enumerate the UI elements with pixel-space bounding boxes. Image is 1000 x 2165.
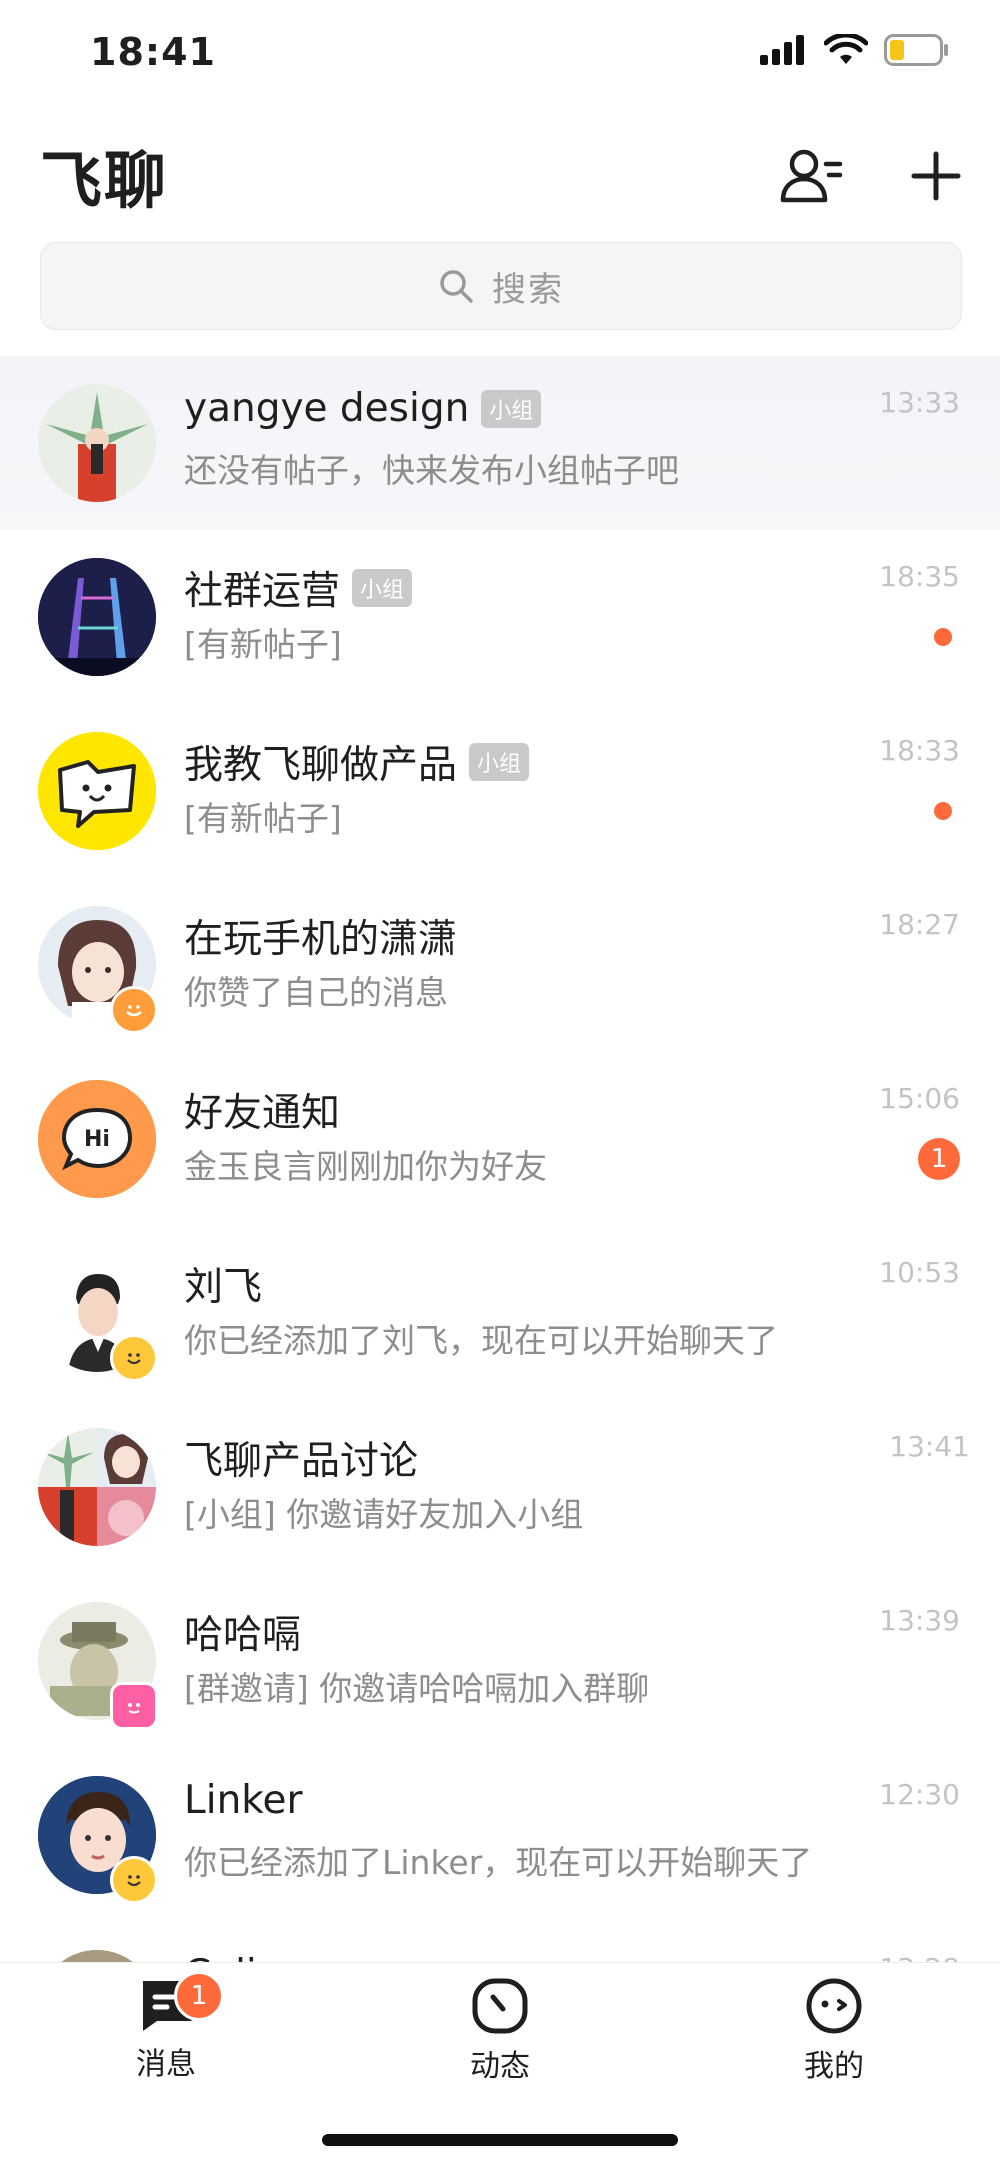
conversation-row[interactable]: 我教飞聊做产品 小组 [有新帖子] 18:33 [0, 704, 1000, 878]
clock-icon [472, 1978, 528, 2034]
conversation-name: Linker [184, 1778, 303, 1823]
emoji-badge-icon [110, 986, 158, 1034]
contacts-icon [780, 149, 843, 203]
unread-dot [934, 628, 952, 646]
conversation-name: 在玩手机的潇潇 [184, 917, 458, 962]
wifi-icon [824, 34, 868, 64]
conversation-header: 社群运营 小组 [184, 560, 413, 616]
message-preview: 金玉良言刚刚加你为好友 [184, 1147, 547, 1186]
conversation-name: 刘飞 [184, 1265, 263, 1310]
message-time: 13:33 [879, 386, 960, 419]
tab-messages[interactable]: 消息 1 [66, 1971, 266, 2083]
conversation-name: 飞聊产品讨论 [184, 1439, 419, 1484]
contacts-button[interactable] [776, 140, 848, 212]
face-icon [806, 1978, 862, 2034]
message-time: 15:06 [879, 1082, 960, 1115]
conversation-row[interactable]: Hi 好友通知 金玉良言刚刚加你为好友 15:06 1 [0, 1052, 1000, 1226]
avatar: Hi [38, 1080, 156, 1198]
message-time: 18:27 [879, 908, 960, 941]
add-button[interactable] [900, 140, 972, 212]
conversation-name: 哈哈嗝 [184, 1613, 302, 1658]
group-tag: 小组 [469, 743, 530, 781]
group-tag: 小组 [352, 569, 413, 607]
conversation-name: yangye design [184, 386, 470, 431]
message-preview: 还没有帖子，快来发布小组帖子吧 [184, 451, 679, 490]
app-header: 飞聊 [0, 110, 1000, 240]
conversation-header: 刘飞 [184, 1256, 262, 1312]
conversation-row[interactable]: 刘飞 你已经添加了刘飞，现在可以开始聊天了 10:53 [0, 1226, 1000, 1400]
search-placeholder: 搜索 [492, 269, 564, 310]
message-time: 13:41 [889, 1430, 970, 1463]
tab-profile[interactable]: 我的 [734, 1977, 934, 2085]
conversation-header: 在玩手机的潇潇 [184, 908, 457, 964]
avatar [38, 732, 156, 850]
conversation-list: yangye design 小组 还没有帖子，快来发布小组帖子吧 13:33 社… [0, 356, 1000, 1962]
conversation-header: 哈哈嗝 [184, 1604, 301, 1660]
tab-moments[interactable]: 动态 [400, 1977, 600, 2085]
smiley-badge-icon [110, 1856, 158, 1904]
conversation-header: yangye design 小组 [184, 386, 542, 431]
status-time: 18:41 [90, 30, 216, 74]
message-time: 18:33 [879, 734, 960, 767]
tab-label: 我的 [804, 2049, 864, 2084]
conversation-name: 社群运营 [184, 569, 341, 614]
conversation-name: Colin [184, 1952, 281, 1962]
conversation-row[interactable]: 社群运营 小组 [有新帖子] 18:35 [0, 530, 1000, 704]
message-preview: [有新帖子] [184, 625, 342, 664]
tab-badge: 1 [174, 1971, 224, 2021]
message-time: 18:35 [879, 560, 960, 593]
message-preview: [群邀请] 你邀请哈哈嗝加入群聊 [184, 1669, 650, 1708]
tab-label: 消息 [136, 2047, 196, 2082]
message-preview: 你已经添加了Linker，现在可以开始聊天了 [184, 1843, 813, 1882]
conversation-header: Linker [184, 1778, 303, 1823]
conversation-row[interactable]: Colin 13:28 [0, 1922, 1000, 1962]
conversation-row[interactable]: 在玩手机的潇潇 你赞了自己的消息 18:27 [0, 878, 1000, 1052]
message-time: 12:30 [879, 1778, 960, 1811]
conversation-header: 飞聊产品讨论 [184, 1430, 418, 1486]
conversation-header: 我教飞聊做产品 小组 [184, 734, 530, 790]
unread-count-badge: 1 [918, 1138, 960, 1180]
message-time: 10:53 [879, 1256, 960, 1289]
conversation-header: Colin [184, 1952, 281, 1962]
conversation-name: 好友通知 [184, 1091, 341, 1136]
group-tag: 小组 [481, 389, 542, 428]
svg-text:Hi: Hi [84, 1127, 110, 1152]
message-preview: [小组] 你邀请好友加入小组 [184, 1495, 584, 1534]
page-title: 飞聊 [40, 144, 169, 217]
message-time: 13:39 [879, 1604, 960, 1637]
unread-dot [934, 802, 952, 820]
avatar [38, 558, 156, 676]
search-input[interactable]: 搜索 [40, 242, 962, 330]
plus-icon [911, 151, 961, 201]
conversation-row[interactable]: yangye design 小组 还没有帖子，快来发布小组帖子吧 13:33 [0, 356, 1000, 530]
smiley-badge-icon [110, 1334, 158, 1382]
search-icon [440, 270, 473, 303]
tab-label: 动态 [470, 2049, 530, 2084]
avatar [38, 1950, 156, 1962]
message-preview: 你已经添加了刘飞，现在可以开始聊天了 [184, 1321, 778, 1360]
avatar [38, 1428, 156, 1546]
status-icons [760, 34, 950, 66]
message-time: 13:28 [879, 1952, 960, 1962]
conversation-name: 我教飞聊做产品 [184, 743, 458, 788]
conversation-row[interactable]: Linker 你已经添加了Linker，现在可以开始聊天了 12:30 [0, 1748, 1000, 1922]
status-bar: 18:41 [0, 0, 1000, 110]
pink-monster-badge-icon [110, 1682, 158, 1730]
battery-icon [884, 34, 948, 66]
message-preview: [有新帖子] [184, 799, 342, 838]
conversation-row[interactable]: 飞聊产品讨论 [小组] 你邀请好友加入小组 13:41 [0, 1400, 1000, 1574]
conversation-header: 好友通知 [184, 1082, 340, 1138]
message-preview: 你赞了自己的消息 [184, 973, 448, 1012]
avatar [38, 384, 156, 502]
conversation-row[interactable]: 哈哈嗝 [群邀请] 你邀请哈哈嗝加入群聊 13:39 [0, 1574, 1000, 1748]
signal-icon [760, 35, 804, 65]
home-indicator [322, 2134, 678, 2146]
